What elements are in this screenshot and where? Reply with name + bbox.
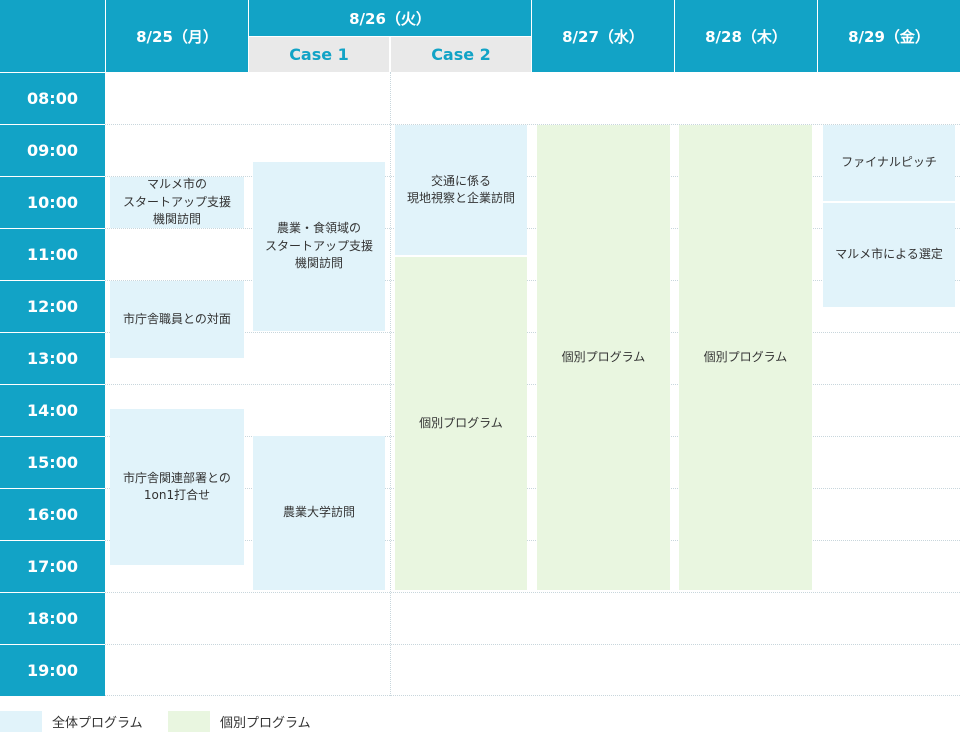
time-label: 17:00 bbox=[0, 541, 105, 592]
case-header-1: Case 1 bbox=[249, 37, 389, 72]
event-tue-case2-transport: 交通に係る 現地視察と企業訪問 bbox=[395, 125, 527, 255]
event-mon-staff-meeting: 市庁舎職員との対面 bbox=[110, 281, 244, 358]
day-header-wed: 8/27（水） bbox=[532, 0, 674, 72]
day-header-tue: 8/26（火） bbox=[249, 0, 531, 36]
day-header-thu: 8/28（木） bbox=[675, 0, 817, 72]
event-tue-case2-individual: 個別プログラム bbox=[395, 257, 527, 590]
legend-label-all: 全体プログラム bbox=[52, 716, 143, 731]
event-fri-final-pitch: ファイナルピッチ bbox=[823, 125, 955, 201]
time-label: 19:00 bbox=[0, 645, 105, 696]
header-corner bbox=[0, 0, 105, 72]
event-mon-startup-visit: マルメ市の スタートアップ支援 機関訪問 bbox=[110, 177, 244, 228]
column-line bbox=[390, 72, 391, 696]
event-thu-individual: 個別プログラム bbox=[679, 125, 812, 590]
legend-individual: 個別プログラム bbox=[168, 711, 311, 732]
event-fri-selection: マルメ市による選定 bbox=[823, 203, 955, 307]
time-label: 13:00 bbox=[0, 333, 105, 384]
event-wed-individual: 個別プログラム bbox=[537, 125, 670, 590]
grid-line bbox=[105, 384, 960, 385]
time-label: 10:00 bbox=[0, 177, 105, 228]
legend-all: 全体プログラム bbox=[0, 711, 143, 732]
legend-swatch-individual bbox=[168, 711, 210, 732]
time-label: 12:00 bbox=[0, 281, 105, 332]
case-header-2: Case 2 bbox=[391, 37, 531, 72]
day-header-fri: 8/29（金） bbox=[818, 0, 960, 72]
event-mon-1on1: 市庁舎関連部署との 1on1打合せ bbox=[110, 409, 244, 565]
grid-line bbox=[105, 644, 960, 645]
time-label: 15:00 bbox=[0, 437, 105, 488]
legend-label-individual: 個別プログラム bbox=[220, 716, 311, 731]
grid-line bbox=[105, 695, 960, 696]
time-label: 18:00 bbox=[0, 593, 105, 644]
time-label: 09:00 bbox=[0, 125, 105, 176]
day-header-mon: 8/25（月） bbox=[106, 0, 248, 72]
time-label: 08:00 bbox=[0, 73, 105, 124]
event-tue-case1-university: 農業大学訪問 bbox=[253, 436, 385, 590]
event-tue-case1-agri-visit: 農業・食領域の スタートアップ支援 機関訪問 bbox=[253, 162, 385, 331]
time-label: 14:00 bbox=[0, 385, 105, 436]
legend-swatch-all bbox=[0, 711, 42, 732]
time-label: 16:00 bbox=[0, 489, 105, 540]
time-label: 11:00 bbox=[0, 229, 105, 280]
grid-line bbox=[105, 592, 960, 593]
